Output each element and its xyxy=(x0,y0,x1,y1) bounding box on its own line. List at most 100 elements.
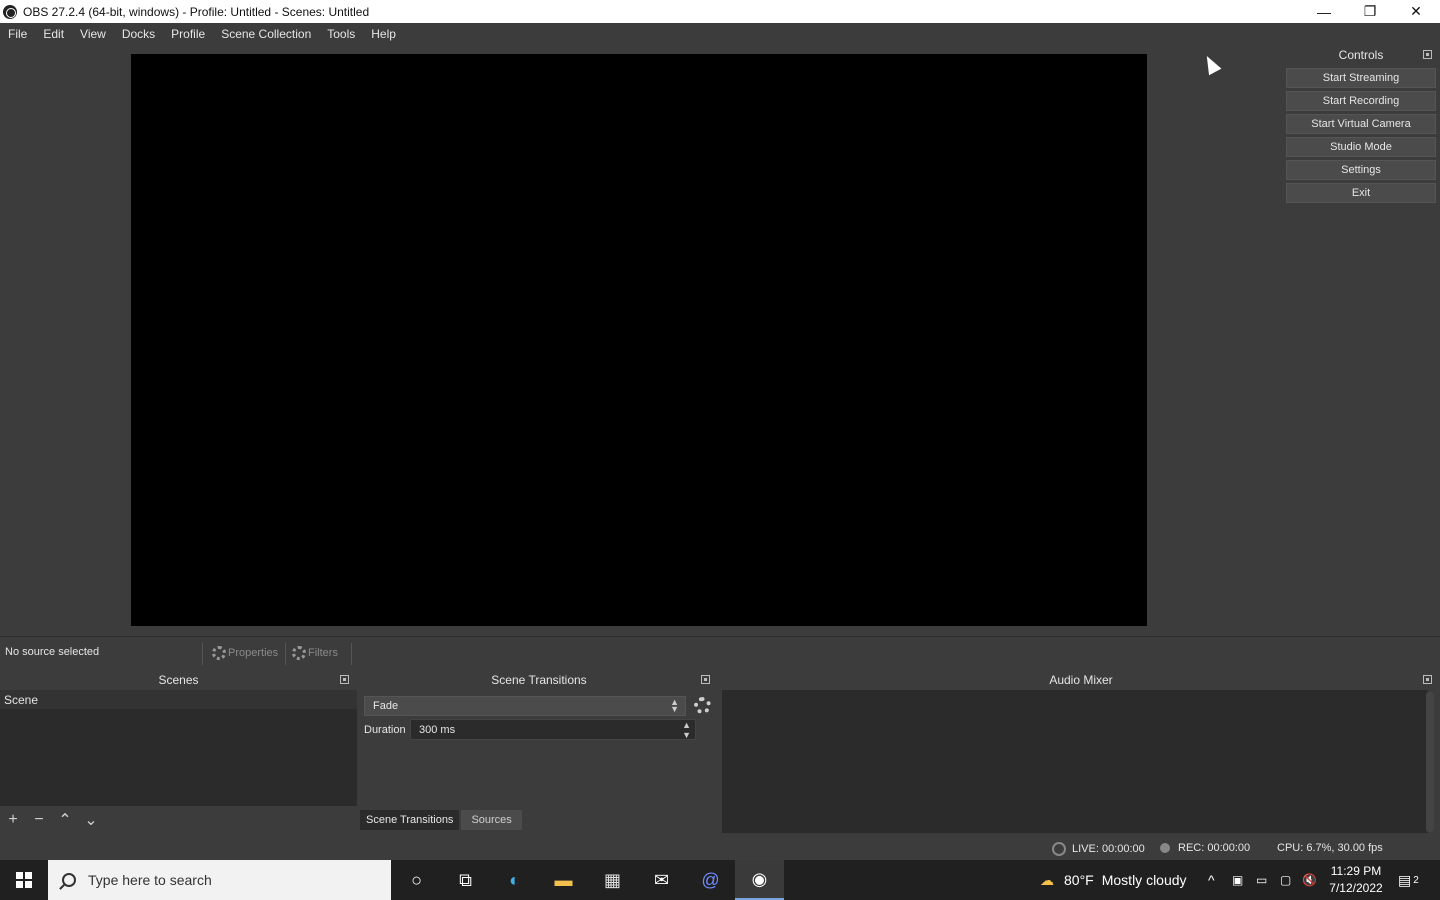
add-scene-icon[interactable]: + xyxy=(0,807,26,833)
network-icon[interactable]: ▭ xyxy=(1256,860,1267,900)
transition-settings-gear-icon[interactable] xyxy=(694,697,711,714)
tab-sources[interactable]: Sources xyxy=(461,810,522,830)
menu-view[interactable]: View xyxy=(72,23,114,45)
transition-selected: Fade xyxy=(373,700,399,712)
transitions-title: Scene Transitions xyxy=(491,673,587,687)
taskbar-clock[interactable]: 11:29 PM 7/12/2022 xyxy=(1318,863,1394,897)
studio-mode-button[interactable]: Studio Mode xyxy=(1286,137,1436,157)
filters-button[interactable]: Filters xyxy=(292,643,338,663)
cortana-icon[interactable]: ○ xyxy=(392,860,441,900)
menu-edit[interactable]: Edit xyxy=(35,23,72,45)
spinbox-arrows-icon[interactable]: ▲ ▼ xyxy=(682,720,691,740)
record-dot-icon xyxy=(1160,843,1170,853)
scenes-dock-header: Scenes xyxy=(0,670,357,690)
at-app-icon[interactable]: @ xyxy=(686,860,735,900)
audio-mixer-dock: Audio Mixer xyxy=(722,670,1440,835)
filters-label: Filters xyxy=(308,647,338,659)
start-streaming-button[interactable]: Start Streaming xyxy=(1286,68,1436,88)
obs-logo-icon xyxy=(3,4,17,19)
dock-tabbar: Scene Transitions Sources xyxy=(360,810,718,832)
mail-icon[interactable]: ✉ xyxy=(637,860,686,900)
move-up-icon[interactable]: ⌃ xyxy=(52,807,78,833)
exit-button[interactable]: Exit xyxy=(1286,183,1436,203)
undock-icon[interactable] xyxy=(1423,50,1432,59)
taskbar-search[interactable]: Type here to search xyxy=(48,860,391,900)
weather-temp: 80°F xyxy=(1064,872,1094,888)
mixer-title: Audio Mixer xyxy=(1049,673,1113,687)
file-explorer-icon[interactable]: ▬ xyxy=(539,860,588,900)
store-icon[interactable]: ▦ xyxy=(588,860,637,900)
mixer-scrollbar[interactable] xyxy=(1426,692,1434,832)
scenes-title: Scenes xyxy=(158,673,199,687)
menu-file[interactable]: File xyxy=(0,23,35,45)
transition-select[interactable]: Fade ▲ ▼ xyxy=(364,696,686,716)
windows-taskbar: Type here to search ○ ⧉ ◐ ▬ ▦ ✉ @ ◉ ☁ 80… xyxy=(0,860,1440,900)
menu-bar: File Edit View Docks Profile Scene Colle… xyxy=(0,23,1440,45)
search-icon xyxy=(62,873,76,887)
menu-tools[interactable]: Tools xyxy=(319,23,363,45)
scene-list[interactable]: Scene xyxy=(0,690,357,806)
menu-scene-collection[interactable]: Scene Collection xyxy=(213,23,319,45)
task-view-icon[interactable]: ⧉ xyxy=(441,860,490,900)
title-bar: OBS 27.2.4 (64-bit, windows) - Profile: … xyxy=(0,0,1440,23)
tray-chevron-up-icon[interactable]: ^ xyxy=(1208,860,1215,900)
settings-button[interactable]: Settings xyxy=(1286,160,1436,180)
scenes-dock: Scenes Scene + − ⌃ ⌄ xyxy=(0,670,357,835)
menu-profile[interactable]: Profile xyxy=(163,23,213,45)
weather-widget[interactable]: ☁ 80°F Mostly cloudy xyxy=(1040,860,1187,900)
remove-scene-icon[interactable]: − xyxy=(26,807,52,833)
notifications-button[interactable]: ▤ 2 xyxy=(1398,860,1419,900)
duration-label: Duration xyxy=(364,724,406,736)
edge-browser-icon[interactable]: ◐ xyxy=(490,860,539,900)
tab-scene-transitions[interactable]: Scene Transitions xyxy=(360,810,460,830)
maximize-button[interactable]: ❐ xyxy=(1347,0,1393,23)
toolbar-divider xyxy=(351,643,352,665)
start-recording-button[interactable]: Start Recording xyxy=(1286,91,1436,111)
move-down-icon[interactable]: ⌄ xyxy=(78,807,104,833)
cpu-status: CPU: 6.7%, 30.00 fps xyxy=(1277,842,1383,854)
start-button[interactable] xyxy=(0,860,48,900)
menu-docks[interactable]: Docks xyxy=(114,23,163,45)
cpu-text: CPU: 6.7%, 30.00 fps xyxy=(1277,842,1383,854)
notifications-icon: ▤ xyxy=(1398,871,1412,888)
scene-item[interactable]: Scene xyxy=(0,690,357,710)
properties-button[interactable]: Properties xyxy=(212,643,278,663)
undock-icon[interactable] xyxy=(701,675,710,684)
menu-help[interactable]: Help xyxy=(363,23,404,45)
transitions-dock-header: Scene Transitions xyxy=(360,670,718,690)
controls-dock: Controls Start Streaming Start Recording… xyxy=(1282,45,1440,636)
filter-icon xyxy=(292,646,306,660)
meet-now-icon[interactable]: ▣ xyxy=(1232,860,1243,900)
preview-canvas[interactable] xyxy=(131,54,1147,626)
rec-time: REC: 00:00:00 xyxy=(1178,842,1251,854)
live-time: LIVE: 00:00:00 xyxy=(1072,843,1145,855)
properties-label: Properties xyxy=(228,647,279,659)
mixer-body xyxy=(722,690,1428,833)
undock-icon[interactable] xyxy=(340,675,349,684)
undock-icon[interactable] xyxy=(1423,675,1432,684)
close-button[interactable]: ✕ xyxy=(1393,0,1439,23)
scene-toolbar: + − ⌃ ⌄ xyxy=(0,807,357,833)
live-broadcast-icon xyxy=(1052,842,1066,856)
clock-time: 11:29 PM xyxy=(1330,864,1382,878)
controls-title: Controls xyxy=(1338,48,1384,62)
clock-date: 7/12/2022 xyxy=(1329,881,1383,895)
mixer-dock-header: Audio Mixer xyxy=(722,670,1440,690)
source-status: No source selected xyxy=(5,646,100,658)
toolbar-divider xyxy=(285,643,286,665)
windows-logo-icon xyxy=(16,872,32,888)
speaker-muted-icon[interactable]: 🔇 xyxy=(1302,860,1317,900)
gear-icon xyxy=(212,646,226,660)
scene-transitions-dock: Scene Transitions Fade ▲ ▼ Duration 300 m… xyxy=(360,670,718,835)
duration-value: 300 ms xyxy=(419,723,456,736)
duration-input[interactable]: 300 ms ▲ ▼ xyxy=(410,719,696,740)
start-virtual-camera-button[interactable]: Start Virtual Camera xyxy=(1286,114,1436,134)
display-icon[interactable]: ▢ xyxy=(1280,860,1291,900)
weather-cloud-icon: ☁ xyxy=(1040,871,1054,888)
toolbar-divider xyxy=(202,643,203,665)
preview-area xyxy=(0,45,1278,636)
minimize-button[interactable]: — xyxy=(1301,0,1347,23)
obs-taskbar-icon[interactable]: ◉ xyxy=(735,860,784,900)
weather-desc: Mostly cloudy xyxy=(1101,872,1187,888)
live-status: LIVE: 00:00:00 xyxy=(1052,842,1145,856)
